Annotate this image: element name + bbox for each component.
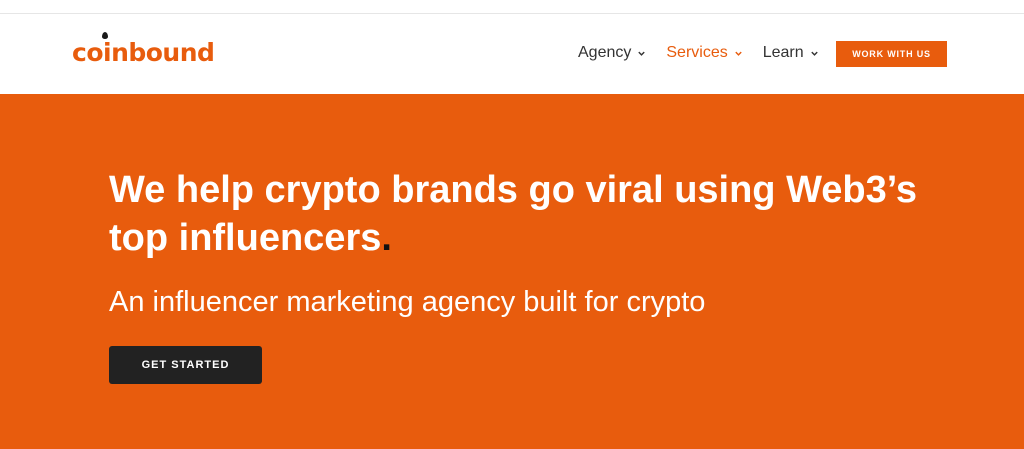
site-header: coinbound Agency Services Learn WORK WIT… (0, 14, 1024, 94)
nav-item-agency[interactable]: Agency (578, 44, 646, 62)
chevron-down-icon (735, 51, 742, 56)
main-nav: Agency Services Learn (578, 42, 839, 64)
logo[interactable]: coinbound (72, 32, 215, 68)
nav-item-label: Agency (578, 44, 632, 61)
chevron-down-icon (810, 51, 818, 56)
logo-drop-icon (102, 32, 108, 39)
nav-item-services[interactable]: Services (666, 44, 742, 62)
nav-item-label: Learn (762, 44, 804, 61)
hero-title: We help crypto brands go viral using Web… (109, 166, 929, 262)
hero-section: We help crypto brands go viral using Web… (0, 94, 1024, 449)
logo-wordmark: coinbound (72, 32, 215, 68)
hero-subtitle: An influencer marketing agency built for… (109, 286, 706, 318)
chevron-down-icon (638, 51, 646, 56)
logo-text: coinbound (72, 38, 215, 67)
hero-title-text: We help crypto brands go viral using Web… (109, 169, 918, 259)
nav-item-learn[interactable]: Learn (763, 44, 819, 62)
get-started-button[interactable]: GET STARTED (109, 346, 262, 384)
hero-title-period: . (381, 217, 392, 259)
work-with-us-button[interactable]: WORK WITH US (836, 41, 947, 67)
nav-item-label: Services (666, 44, 728, 61)
